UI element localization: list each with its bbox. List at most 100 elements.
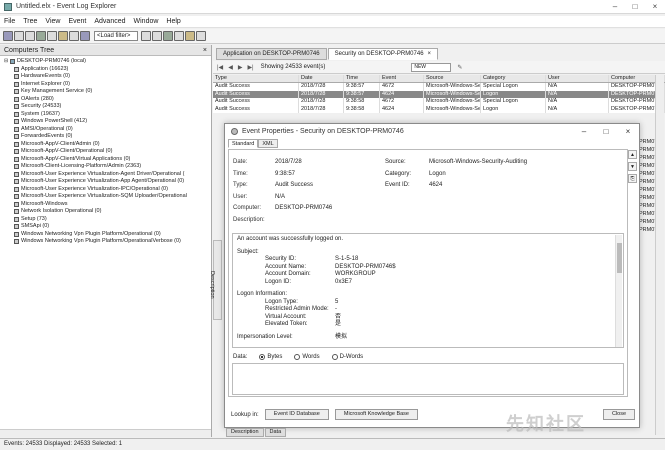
menu-view[interactable]: View [41, 18, 64, 25]
tree-log-item[interactable]: Microsoft-User Experience Virtualization… [4, 178, 211, 186]
tree-log-item[interactable]: System (19637) [4, 111, 211, 119]
quick-filter-input[interactable]: NEW [411, 62, 452, 72]
maximize-button[interactable]: □ [625, 2, 645, 11]
tree-log-item[interactable]: Microsoft-AppV-Client/Operational (0) [4, 148, 211, 156]
data-box[interactable] [232, 363, 624, 395]
last-page-icon[interactable]: ▶| [247, 64, 253, 71]
new-icon[interactable] [3, 31, 13, 41]
tree-log-item[interactable]: OAlerts (280) [4, 96, 211, 104]
open-icon[interactable] [14, 31, 24, 41]
tree-log-item[interactable]: AMSI/Operational (0) [4, 126, 211, 134]
refresh-icon[interactable] [36, 31, 46, 41]
tree-log-item[interactable]: Setup (73) [4, 216, 211, 224]
tree-log-item[interactable]: SMSApi (0) [4, 223, 211, 231]
tree-log-item[interactable]: Microsoft-User Experience Virtualization… [4, 171, 211, 179]
tree-log-item[interactable]: Windows Networking Vpn Plugin Platform/O… [4, 231, 211, 239]
col-category[interactable]: Category [481, 75, 546, 82]
binoculars-icon[interactable] [174, 31, 184, 41]
filter-icon[interactable] [80, 31, 90, 41]
col-type[interactable]: Type [213, 75, 299, 82]
pencil-icon[interactable]: ✎ [457, 64, 462, 71]
copy-icon[interactable] [47, 31, 57, 41]
tree-log-item[interactable]: Microsoft-AppV-Client/Admin (0) [4, 141, 211, 149]
close-button[interactable]: Close [602, 409, 635, 420]
export-icon[interactable] [185, 31, 195, 41]
menu-advanced[interactable]: Advanced [90, 18, 129, 25]
find-icon[interactable] [152, 31, 162, 41]
copy-event-icon[interactable]: ⎘ [628, 174, 637, 183]
minimize-button[interactable]: – [605, 2, 625, 11]
radio-bytes[interactable]: Bytes [259, 354, 282, 360]
table-row[interactable]: Audit Success 2018/7/28 9:38:57 4624 Microso… [213, 90, 665, 98]
folder-icon[interactable] [58, 31, 68, 41]
tree-log-item[interactable]: Application (16623) [4, 66, 211, 74]
description-scrollbar[interactable] [615, 235, 622, 347]
close-pane-icon[interactable]: × [203, 47, 207, 54]
tree-log-item[interactable]: Security (24533) [4, 103, 211, 111]
settings-icon[interactable] [163, 31, 173, 41]
tree-log-item[interactable]: Microsoft-Windows [4, 201, 211, 209]
log-icon [14, 224, 19, 230]
dialog-close-button[interactable]: × [617, 127, 639, 136]
tab-description[interactable]: Description [226, 428, 264, 437]
tree-log-item[interactable]: Internet Explorer (0) [4, 81, 211, 89]
down-arrow-icon[interactable]: ▼ [628, 162, 637, 171]
tab-application[interactable]: Application on DESKTOP-PRM0746 [216, 48, 327, 60]
log-icon [14, 89, 19, 95]
col-date[interactable]: Date [299, 75, 344, 82]
description-text[interactable]: An account was successfully logged on. S… [232, 233, 624, 348]
tree-log-item[interactable]: Windows PowerShell (412) [4, 118, 211, 126]
table-row[interactable]: Audit Success 2018/7/28 9:38:58 4672 Microso… [213, 98, 665, 106]
tree-log-item[interactable]: Microsoft-User Experience Virtualization… [4, 193, 211, 201]
filter-combo[interactable]: <Load filter> [94, 31, 138, 41]
next-page-icon[interactable]: ▶ [238, 64, 243, 71]
radio-dwords[interactable]: D-Words [331, 354, 363, 360]
menu-window[interactable]: Window [130, 18, 163, 25]
menu-event[interactable]: Event [64, 18, 90, 25]
dialog-maximize-button[interactable]: □ [595, 127, 617, 136]
tab-security[interactable]: Security on DESKTOP-PRM0746 × [327, 48, 439, 60]
source-label: Source: [385, 159, 406, 165]
tree-log-item[interactable]: Key Management Service (0) [4, 88, 211, 96]
table-row[interactable]: Audit Success 2018/7/28 9:38:58 4624 Microso… [213, 105, 665, 113]
close-tab-icon[interactable]: × [428, 51, 432, 57]
up-arrow-icon[interactable]: ▲ [628, 150, 637, 159]
tree-log-item[interactable]: Windows Networking Vpn Plugin Platform/O… [4, 238, 211, 246]
menu-help[interactable]: Help [162, 18, 184, 25]
save-icon[interactable] [25, 31, 35, 41]
prev-page-icon[interactable]: ◀ [228, 64, 233, 71]
menu-file[interactable]: File [0, 18, 19, 25]
close-window-button[interactable]: × [645, 2, 665, 11]
description-side-tab[interactable]: Description [209, 240, 222, 320]
tree-log-item[interactable]: Microsoft-User Experience Virtualization… [4, 186, 211, 194]
print-icon[interactable] [69, 31, 79, 41]
menu-tree[interactable]: Tree [19, 18, 41, 25]
radio-words[interactable]: Words [294, 354, 320, 360]
col-source[interactable]: Source [424, 75, 481, 82]
tree-log-item[interactable]: ForwardedEvents (0) [4, 133, 211, 141]
properties-icon[interactable] [196, 31, 206, 41]
dialog-minimize-button[interactable]: – [573, 127, 595, 136]
tab-data[interactable]: Data [264, 428, 287, 437]
collapse-icon[interactable]: ⊟ [4, 58, 9, 66]
tree-log-item[interactable]: Microsoft-AppV-Client/Virtual Applicatio… [4, 156, 211, 164]
event-count: Showing 24533 event(s) [260, 64, 326, 70]
col-time[interactable]: Time [344, 75, 380, 82]
tree-log-item[interactable]: HardwareEvents (0) [4, 73, 211, 81]
knowledge-base-button[interactable]: Microsoft Knowledge Base [334, 409, 418, 420]
log-icon [14, 96, 19, 102]
eventid-database-button[interactable]: Event ID Database [264, 409, 329, 420]
horizontal-scrollbar[interactable] [0, 429, 211, 437]
watermark: 先知社区 [506, 414, 586, 434]
tab-standard[interactable]: Standard [228, 139, 259, 148]
first-page-icon[interactable]: |◀ [217, 64, 223, 71]
col-event[interactable]: Event [380, 75, 424, 82]
tree-root-computer[interactable]: ⊟ DESKTOP-PRM0746 (local) [4, 58, 211, 66]
table-row[interactable]: Audit Success 2018/7/28 9:38:57 4672 Microso… [213, 83, 665, 91]
tab-xml[interactable]: XML [258, 139, 278, 148]
tree-log-item[interactable]: Network Isolation Operational (0) [4, 208, 211, 216]
col-user[interactable]: User [546, 75, 609, 82]
vertical-scrollbar[interactable] [655, 75, 664, 435]
clear-filter-icon[interactable] [141, 31, 151, 41]
tree-log-item[interactable]: Microsoft-Client-Licensing-Platform/Admi… [4, 163, 211, 171]
